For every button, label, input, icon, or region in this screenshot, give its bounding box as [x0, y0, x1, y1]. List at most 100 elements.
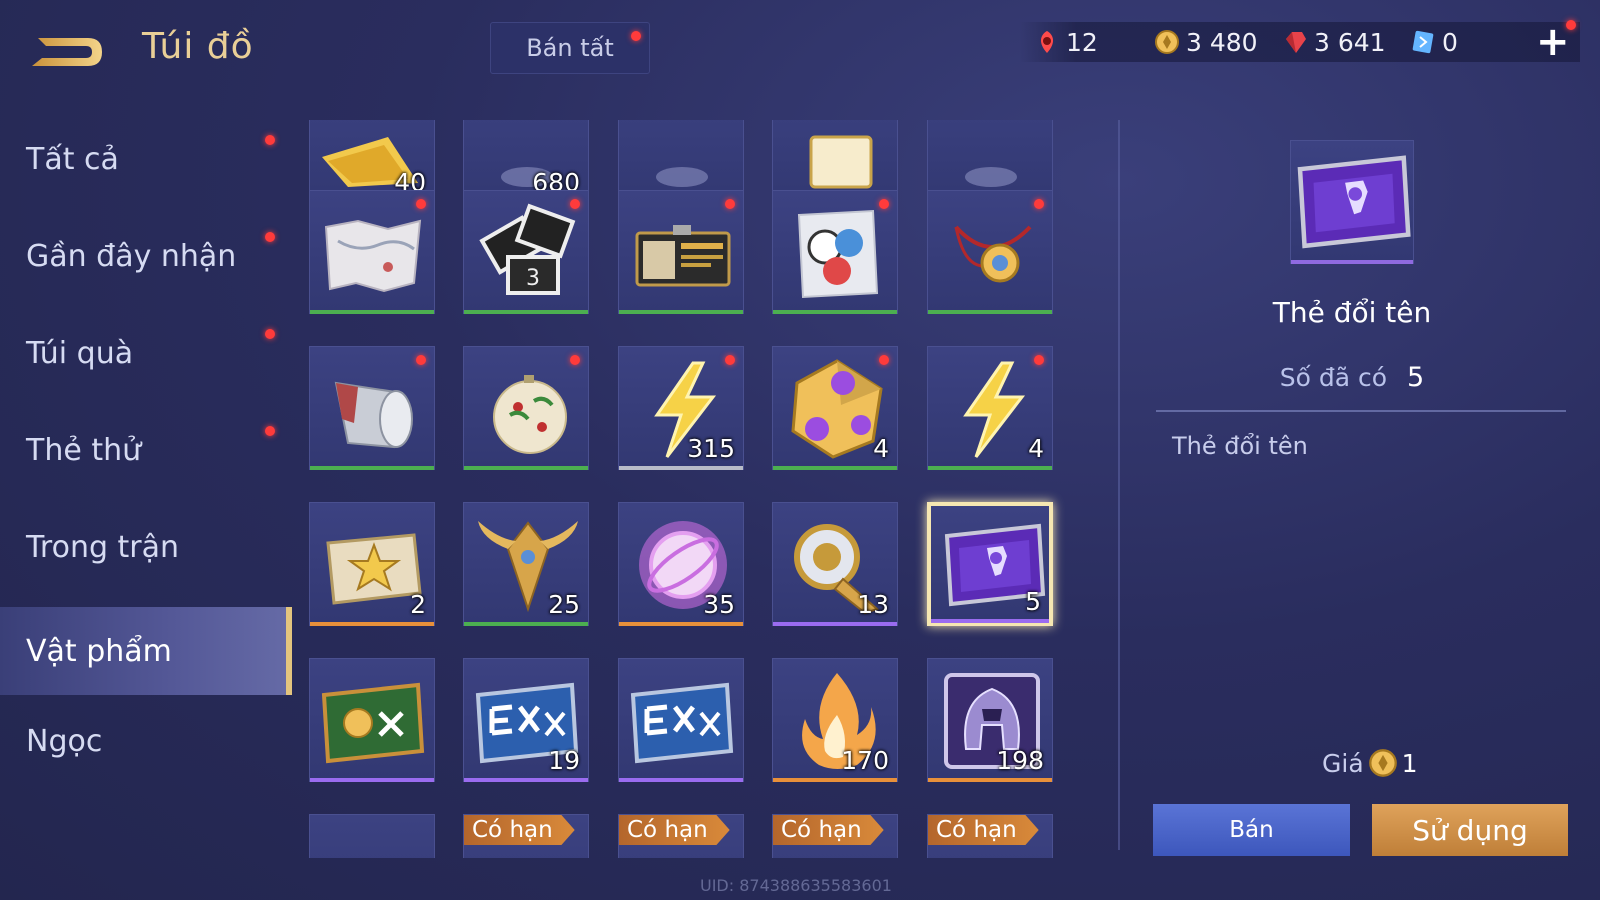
item-icon	[318, 821, 428, 858]
currency-value: 3 641	[1314, 27, 1386, 57]
sidebar-item-gift-bags[interactable]: Túi quà	[0, 309, 292, 397]
rarity-bar	[310, 778, 434, 782]
rarity-bar	[928, 466, 1052, 470]
back-button[interactable]	[28, 28, 106, 72]
sell-all-button[interactable]: Bán tất	[490, 22, 650, 74]
sidebar-item-label: Thẻ thử	[26, 432, 142, 468]
sell-all-label: Bán tất	[526, 34, 614, 62]
inventory-slot[interactable]: 5	[927, 502, 1053, 626]
inventory-slot[interactable]: Có hạn	[463, 814, 589, 858]
inventory-slot[interactable]: 3	[463, 190, 589, 314]
inventory-slot[interactable]: Có hạn	[927, 814, 1053, 858]
map-icon	[324, 219, 422, 293]
inventory-slot[interactable]	[618, 658, 744, 782]
top-bar: Túi đồ Bán tất 12 3 480 3 641 0 +	[0, 0, 1600, 100]
detail-divider	[1156, 410, 1566, 412]
ornament-icon	[493, 375, 567, 454]
rarity-bar	[928, 778, 1052, 782]
note-icon	[809, 135, 873, 189]
notification-dot	[1034, 199, 1044, 209]
inventory-slot[interactable]	[309, 190, 435, 314]
add-currency-button[interactable]: +	[1536, 22, 1570, 62]
rarity-bar	[1291, 260, 1413, 264]
inventory-slot[interactable]	[618, 190, 744, 314]
sidebar-item-gems[interactable]: Ngọc	[0, 697, 292, 785]
inventory-slot[interactable]: 19	[463, 658, 589, 782]
price-value: 1	[1401, 748, 1418, 778]
inventory-slot[interactable]	[463, 346, 589, 470]
inventory-slot[interactable]	[309, 658, 435, 782]
item-icon	[965, 167, 1017, 187]
currency-gold: 3 480	[1154, 28, 1282, 57]
limited-tag: Có hạn	[773, 815, 884, 845]
rarity-bar	[619, 778, 743, 782]
inventory-slot[interactable]: 13	[772, 502, 898, 626]
inventory-slot[interactable]: 315	[618, 346, 744, 470]
photo-cards-icon: 3	[479, 203, 576, 295]
notification-dot	[570, 199, 580, 209]
inventory-slot[interactable]: Có hạn	[618, 814, 744, 858]
red-token-icon	[1040, 31, 1054, 53]
rarity-bar	[310, 622, 434, 626]
currency-value: 0	[1442, 27, 1458, 57]
inventory-slot[interactable]	[772, 190, 898, 314]
item-count: 198	[996, 746, 1044, 775]
uid-text: UID: 874388635583601	[700, 876, 892, 895]
sell-label: Bán	[1229, 817, 1274, 843]
notification-dot	[265, 329, 275, 339]
currency-red-token: 12	[1034, 28, 1154, 57]
currency-value: 12	[1066, 27, 1098, 57]
inventory-slot[interactable]: 4	[772, 346, 898, 470]
inventory-slot[interactable]: 2	[309, 502, 435, 626]
cup-icon	[334, 381, 413, 449]
work-permit-icon	[635, 225, 731, 287]
limited-tag: Có hạn	[619, 815, 730, 845]
price-row: Giá 1	[1322, 748, 1418, 778]
sidebar-item-all[interactable]: Tất cả	[0, 115, 292, 203]
inventory-slot[interactable]: 170	[772, 658, 898, 782]
notification-dot	[725, 199, 735, 209]
exp-x2-card-icon	[630, 682, 734, 764]
price-label: Giá	[1322, 748, 1364, 778]
sidebar-item-label: Ngọc	[26, 723, 103, 759]
svg-text:3: 3	[526, 266, 540, 291]
rarity-bar	[464, 310, 588, 314]
notification-dot	[416, 199, 426, 209]
sidebar-item-recent[interactable]: Gần đây nhận	[0, 212, 292, 300]
detail-description: Thẻ đổi tên	[1172, 432, 1308, 460]
sidebar-item-in-match[interactable]: Trong trận	[0, 503, 292, 591]
inventory-slot[interactable]: Có hạn	[772, 814, 898, 858]
detail-item-icon	[1290, 140, 1414, 264]
gold-x2-card-icon	[321, 682, 425, 764]
plus-icon: +	[1536, 19, 1570, 65]
inventory-slot[interactable]: 198	[927, 658, 1053, 782]
inventory-slot[interactable]: 25	[463, 502, 589, 626]
rarity-bar	[619, 622, 743, 626]
page-title: Túi đồ	[142, 26, 254, 67]
inventory-slot[interactable]: 35	[618, 502, 744, 626]
notification-dot	[725, 355, 735, 365]
notification-dot	[265, 232, 275, 242]
inventory-slot[interactable]	[927, 190, 1053, 314]
item-count: 4	[873, 434, 889, 463]
voucher-icon	[1412, 30, 1434, 54]
gold-coin-icon	[1155, 30, 1179, 54]
sidebar-item-items[interactable]: Vật phẩm	[0, 607, 292, 695]
sidebar-item-label: Trong trận	[26, 529, 180, 565]
sell-button[interactable]: Bán	[1153, 804, 1350, 856]
rarity-bar	[928, 310, 1052, 314]
inventory-slot[interactable]	[309, 814, 435, 858]
inventory-slot[interactable]	[309, 346, 435, 470]
sidebar-item-label: Vật phẩm	[26, 633, 172, 669]
item-count: 13	[857, 590, 889, 619]
rarity-bar	[464, 778, 588, 782]
use-button[interactable]: Sử dụng	[1372, 804, 1568, 856]
inventory-slot[interactable]: 4	[927, 346, 1053, 470]
rarity-bar	[773, 310, 897, 314]
rarity-bar	[773, 466, 897, 470]
notification-dot	[1034, 355, 1044, 365]
notification-dot	[570, 355, 580, 365]
sidebar-item-trial-cards[interactable]: Thẻ thử	[0, 406, 292, 494]
back-arrow-icon	[32, 38, 102, 66]
owned-value: 5	[1407, 362, 1425, 393]
